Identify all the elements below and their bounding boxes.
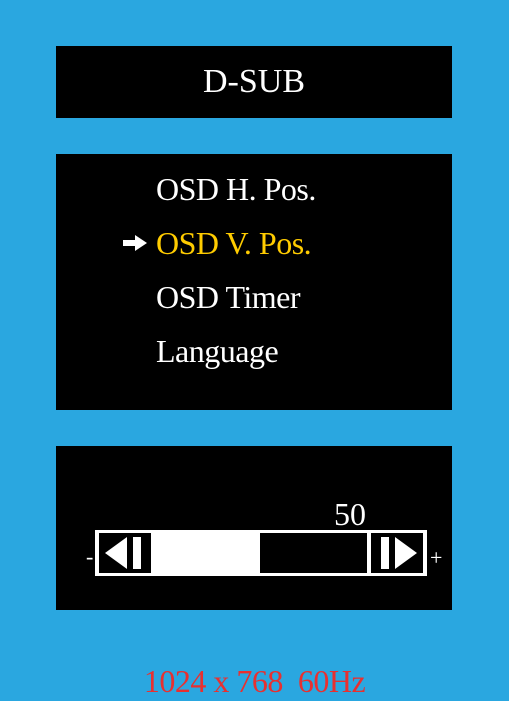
slider-value-readout: 50 <box>334 496 366 532</box>
menu-item-label: OSD Timer <box>156 278 301 315</box>
position-slider[interactable] <box>95 530 427 576</box>
osd-menu: OSD H. Pos. OSD V. Pos. OSD Timer Langua… <box>56 154 452 410</box>
menu-item-osd-timer[interactable]: OSD Timer <box>156 272 301 322</box>
menu-item-osd-v-pos[interactable]: OSD V. Pos. <box>123 218 312 268</box>
slider-empty-portion <box>260 533 367 573</box>
slider-track-area[interactable] <box>153 533 367 573</box>
decrease-arrow-icon[interactable] <box>99 533 151 573</box>
menu-item-label: OSD H. Pos. <box>156 170 316 207</box>
menu-item-label: Language <box>156 332 279 369</box>
input-source-title: D-SUB <box>202 63 306 100</box>
increase-arrow-icon[interactable] <box>371 533 423 573</box>
selection-arrow-icon <box>123 235 147 251</box>
slider-plus-label: + <box>430 545 443 570</box>
slider-minus-label: - <box>86 544 94 569</box>
title-bar: D-SUB <box>56 46 452 118</box>
adjustment-panel: 50 - + <box>56 446 452 610</box>
menu-item-language[interactable]: Language <box>156 326 279 376</box>
menu-item-osd-h-pos[interactable]: OSD H. Pos. <box>156 164 316 214</box>
menu-item-label: OSD V. Pos. <box>156 224 312 261</box>
resolution-status: 1024 x 768 60Hz <box>143 663 366 699</box>
